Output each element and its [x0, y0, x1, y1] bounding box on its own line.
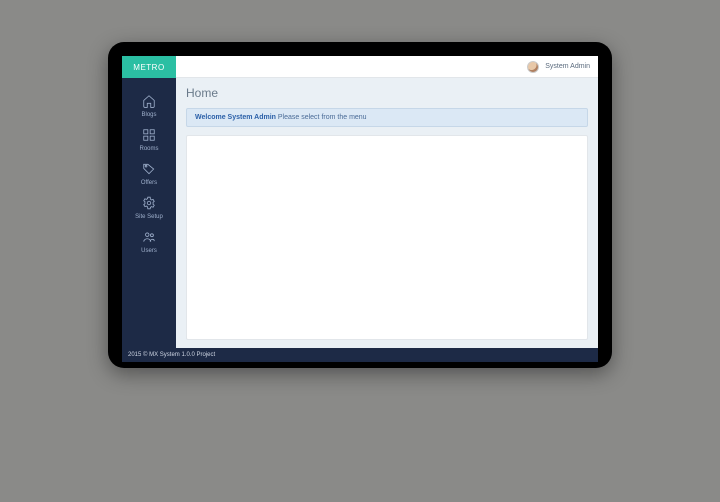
welcome-rest: Please select from the menu [276, 114, 367, 121]
brand-text: METRO [133, 63, 164, 72]
home-icon [142, 94, 156, 110]
user-label[interactable]: System Admin [545, 63, 590, 70]
sidebar-item-site-setup[interactable]: Site Setup [122, 196, 176, 220]
grid-icon [142, 128, 156, 144]
sidebar-nav: Blogs Rooms Offers [122, 88, 176, 254]
gear-icon [142, 196, 156, 212]
tag-icon [142, 162, 156, 178]
sidebar: METRO Blogs Rooms [122, 56, 176, 348]
sidebar-item-rooms[interactable]: Rooms [122, 128, 176, 152]
page-title: Home [186, 86, 588, 100]
content-panel [186, 135, 588, 340]
content: Home Welcome System Admin Please select … [176, 78, 598, 348]
topbar: System Admin [176, 56, 598, 78]
app-screen: METRO Blogs Rooms [122, 56, 598, 362]
users-icon [142, 230, 156, 246]
sidebar-item-label: Users [141, 248, 157, 254]
welcome-banner: Welcome System Admin Please select from … [186, 108, 588, 127]
sidebar-item-label: Blogs [141, 112, 156, 118]
brand-logo[interactable]: METRO [122, 56, 176, 78]
laptop-bezel: METRO Blogs Rooms [108, 42, 612, 368]
sidebar-item-offers[interactable]: Offers [122, 162, 176, 186]
sidebar-item-label: Site Setup [135, 214, 163, 220]
sidebar-item-label: Rooms [139, 146, 158, 152]
footer-text: 2015 © MX System 1.0.0 Project [128, 352, 215, 358]
avatar[interactable] [527, 61, 539, 73]
sidebar-item-users[interactable]: Users [122, 230, 176, 254]
sidebar-item-label: Offers [141, 180, 157, 186]
footer: 2015 © MX System 1.0.0 Project [122, 348, 598, 362]
welcome-strong: Welcome System Admin [195, 114, 276, 121]
main-area: System Admin Home Welcome System Admin P… [176, 56, 598, 348]
sidebar-item-blogs[interactable]: Blogs [122, 94, 176, 118]
